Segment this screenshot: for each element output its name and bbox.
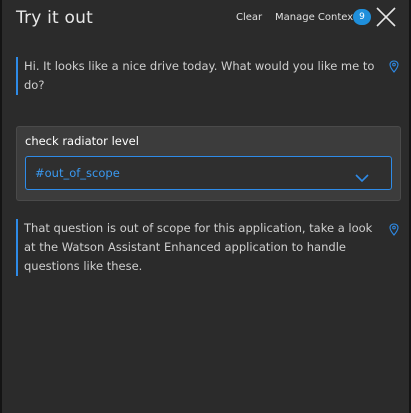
bot-message-text: That question is out of scope for this a… [24,221,373,273]
close-icon[interactable] [375,6,397,28]
location-pin-icon[interactable] [389,221,399,236]
bot-message-response: That question is out of scope for this a… [16,219,376,276]
intent-dropdown[interactable]: #out_of_scope [25,156,392,190]
user-message-card: check radiator level #out_of_scope [16,126,401,201]
bot-message-greeting: Hi. It looks like a nice drive today. Wh… [16,57,376,95]
user-message-text: check radiator level [25,134,139,148]
location-pin-icon[interactable] [389,58,399,73]
panel-header: Try it out Clear Manage Context 9 [16,6,397,32]
clear-button[interactable]: Clear [236,12,262,23]
intent-value: #out_of_scope [35,166,120,180]
chevron-down-icon [355,168,369,183]
manage-context-button[interactable]: Manage Context [275,12,357,23]
panel-title: Try it out [16,8,93,28]
context-count-badge[interactable]: 9 [353,9,371,25]
bot-message-text: Hi. It looks like a nice drive today. Wh… [24,59,375,92]
try-it-out-panel: Try it out Clear Manage Context 9 Hi. It… [0,0,411,413]
